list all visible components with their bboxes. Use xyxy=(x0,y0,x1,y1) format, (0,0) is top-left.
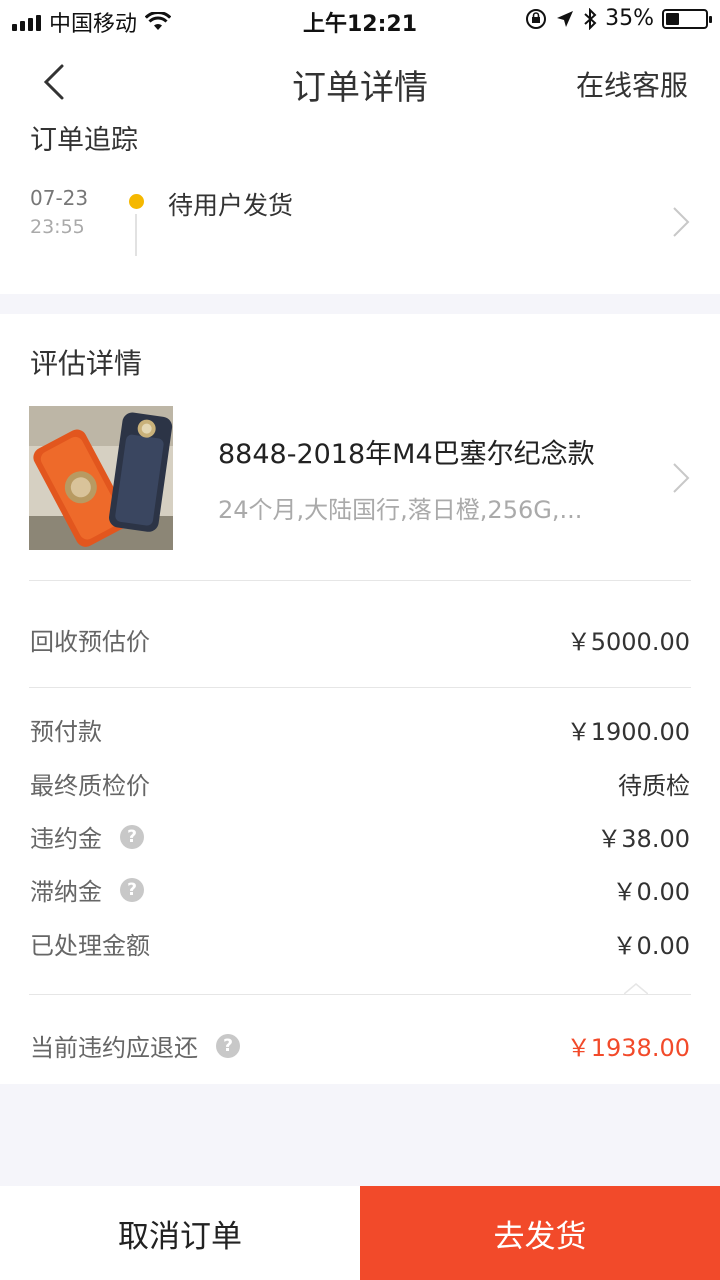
help-icon[interactable]: ? xyxy=(120,824,144,849)
refund-label: 当前违约应退还 xyxy=(30,1034,198,1062)
track-timeline-line xyxy=(135,214,137,256)
tracking-detail-button[interactable] xyxy=(672,206,690,242)
late-fee-row: 滞纳金 ? ￥0.00 xyxy=(0,872,720,912)
orientation-lock-icon xyxy=(526,8,547,29)
help-icon[interactable]: ? xyxy=(216,1033,240,1058)
ship-button[interactable]: 去发货 xyxy=(360,1186,720,1280)
track-status-dot xyxy=(129,194,144,209)
final-inspection-value: 待质检 xyxy=(618,772,690,800)
late-fee-label: 滞纳金 xyxy=(30,878,102,906)
online-service-button[interactable]: 在线客服 xyxy=(576,64,688,104)
track-time: 23:55 xyxy=(30,216,85,238)
prepayment-value: ￥1900.00 xyxy=(566,718,690,746)
battery-icon xyxy=(662,8,712,29)
estimate-row: 回收预估价 ￥5000.00 xyxy=(0,622,720,662)
final-inspection-label: 最终质检价 xyxy=(30,772,150,800)
refund-value: ￥1938.00 xyxy=(566,1034,690,1062)
penalty-label: 违约金 xyxy=(30,825,102,853)
battery-fill xyxy=(666,12,680,25)
track-date: 07-23 xyxy=(30,186,89,210)
estimate-value: ￥5000.00 xyxy=(566,628,690,656)
divider xyxy=(29,994,691,995)
bluetooth-icon xyxy=(584,7,597,30)
estimate-label: 回收预估价 xyxy=(30,622,150,657)
chevron-right-icon xyxy=(673,207,690,237)
chevron-right-icon xyxy=(673,463,690,493)
penalty-row: 违约金 ? ￥38.00 xyxy=(0,819,720,859)
product-name: 8848-2018年M4巴塞尔纪念款 xyxy=(218,439,595,470)
processed-amount-value: ￥0.00 xyxy=(612,932,690,960)
tracking-title: 订单追踪 xyxy=(30,125,138,156)
order-tracking-section: 订单追踪 07-23 23:55 待用户发货 xyxy=(0,124,720,294)
location-icon xyxy=(557,10,574,27)
product-spec: 24个月,大陆国行,落日橙,256G,... xyxy=(218,496,583,524)
divider xyxy=(29,687,691,688)
processed-amount-row: 已处理金额 ￥0.00 xyxy=(0,926,720,966)
nav-bar: 订单详情 在线客服 xyxy=(0,40,720,124)
battery-percent: 35% xyxy=(605,6,654,31)
bottom-action-bar: 取消订单 去发货 xyxy=(0,1186,720,1280)
help-icon[interactable]: ? xyxy=(120,877,144,902)
penalty-value: ￥38.00 xyxy=(597,825,690,853)
phone-image xyxy=(29,406,173,550)
cancel-order-button[interactable]: 取消订单 xyxy=(0,1186,360,1280)
product-chevron xyxy=(672,462,690,498)
track-status: 待用户发货 xyxy=(168,191,294,220)
divider xyxy=(29,580,691,581)
processed-amount-label: 已处理金额 xyxy=(30,932,150,960)
product-card[interactable]: 8848-2018年M4巴塞尔纪念款 24个月,大陆国行,落日橙,256G,..… xyxy=(0,406,720,552)
refund-row: 当前违约应退还 ? ￥1938.00 xyxy=(0,1028,720,1068)
prepayment-row: 预付款 ￥1900.00 xyxy=(0,712,720,752)
product-thumbnail xyxy=(29,406,173,550)
status-bar: 中国移动 上午12:21 35% xyxy=(0,0,720,40)
assessment-section: 评估详情 8848-2018年M4巴塞尔纪念款 24个月,大陆国行,落日橙,25… xyxy=(0,314,720,1084)
prepayment-label: 预付款 xyxy=(30,718,102,746)
final-inspection-row: 最终质检价 待质检 xyxy=(0,766,720,806)
late-fee-value: ￥0.00 xyxy=(612,878,690,906)
assessment-title: 评估详情 xyxy=(30,347,143,380)
estimate-label-text: 回收预估价 xyxy=(30,628,150,656)
divider-notch xyxy=(624,983,648,995)
status-right: 35% xyxy=(525,6,712,31)
